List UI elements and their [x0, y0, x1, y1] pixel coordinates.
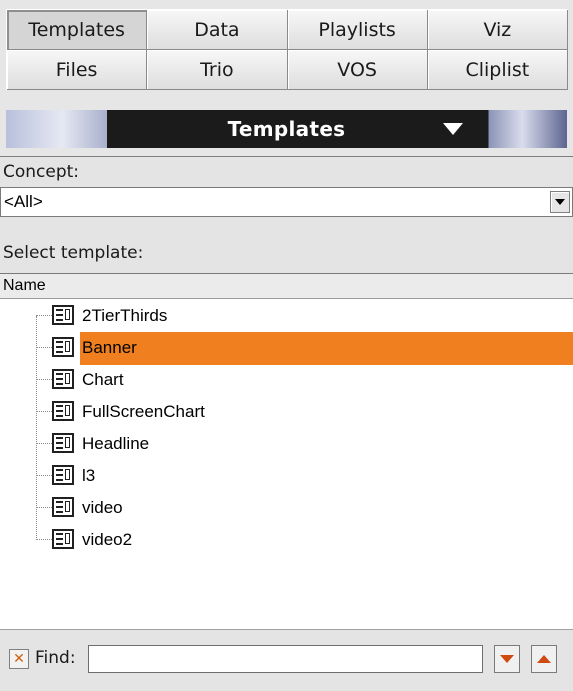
list-item[interactable]: video	[0, 492, 573, 524]
arrow-up-icon	[537, 655, 551, 663]
chevron-down-icon	[555, 199, 565, 205]
template-icon	[52, 401, 74, 421]
tab-data[interactable]: Data	[147, 10, 288, 50]
find-bar: ✕ Find:	[0, 629, 573, 691]
template-icon	[52, 369, 74, 389]
template-list[interactable]: Name 2TierThirds Banner Chart FullScreen…	[0, 273, 573, 653]
templates-panel: Concept: <All> Select template: Name 2Ti…	[0, 156, 573, 691]
concept-label: Concept:	[3, 162, 80, 182]
selection-highlight	[80, 332, 573, 365]
section-title: Templates	[227, 117, 346, 141]
template-icon	[52, 433, 74, 453]
clear-find-button[interactable]: ✕	[9, 649, 29, 669]
list-item-label: FullScreenChart	[82, 402, 205, 421]
tab-playlists[interactable]: Playlists	[287, 10, 428, 50]
concept-value: <All>	[4, 192, 43, 211]
concept-select[interactable]: <All>	[0, 187, 573, 217]
chevron-down-icon	[443, 123, 463, 135]
tab-trio[interactable]: Trio	[147, 50, 288, 90]
list-item-label: 2TierThirds	[82, 306, 168, 325]
list-item[interactable]: Headline	[0, 428, 573, 460]
tab-viz[interactable]: Viz	[427, 10, 568, 50]
concept-dropdown-button[interactable]	[550, 191, 570, 213]
template-tree: 2TierThirds Banner Chart FullScreenChart	[0, 300, 573, 556]
list-item[interactable]: Banner	[0, 332, 573, 365]
list-item-label: video	[82, 498, 123, 517]
tab-templates[interactable]: Templates	[7, 10, 148, 50]
arrow-down-icon	[500, 655, 514, 663]
list-item-label: video2	[82, 530, 133, 549]
template-icon	[52, 337, 74, 357]
select-template-label: Select template:	[3, 243, 144, 263]
list-item[interactable]: FullScreenChart	[0, 396, 573, 428]
list-item-label: l3	[82, 466, 96, 485]
list-item[interactable]: 2TierThirds	[0, 300, 573, 332]
tab-grid: Templates Data Playlists Viz Files Trio …	[6, 9, 568, 90]
find-input[interactable]	[88, 645, 483, 673]
find-label: Find:	[35, 648, 76, 668]
list-item-label: Chart	[82, 370, 124, 389]
list-item[interactable]: Chart	[0, 364, 573, 396]
template-icon	[52, 465, 74, 485]
template-icon	[52, 305, 74, 325]
tab-files[interactable]: Files	[7, 50, 148, 90]
section-header: Templates	[6, 110, 567, 148]
find-previous-button[interactable]	[531, 645, 557, 673]
list-item[interactable]: l3	[0, 460, 573, 492]
find-next-button[interactable]	[494, 645, 520, 673]
column-header-name[interactable]: Name	[0, 274, 573, 299]
list-item[interactable]: video2	[0, 524, 573, 556]
template-icon	[52, 497, 74, 517]
template-icon	[52, 529, 74, 549]
tab-vos[interactable]: VOS	[287, 50, 428, 90]
list-item-label: Banner	[82, 338, 137, 357]
list-item-label: Headline	[82, 434, 150, 453]
tab-cliplist[interactable]: Cliplist	[427, 50, 568, 90]
